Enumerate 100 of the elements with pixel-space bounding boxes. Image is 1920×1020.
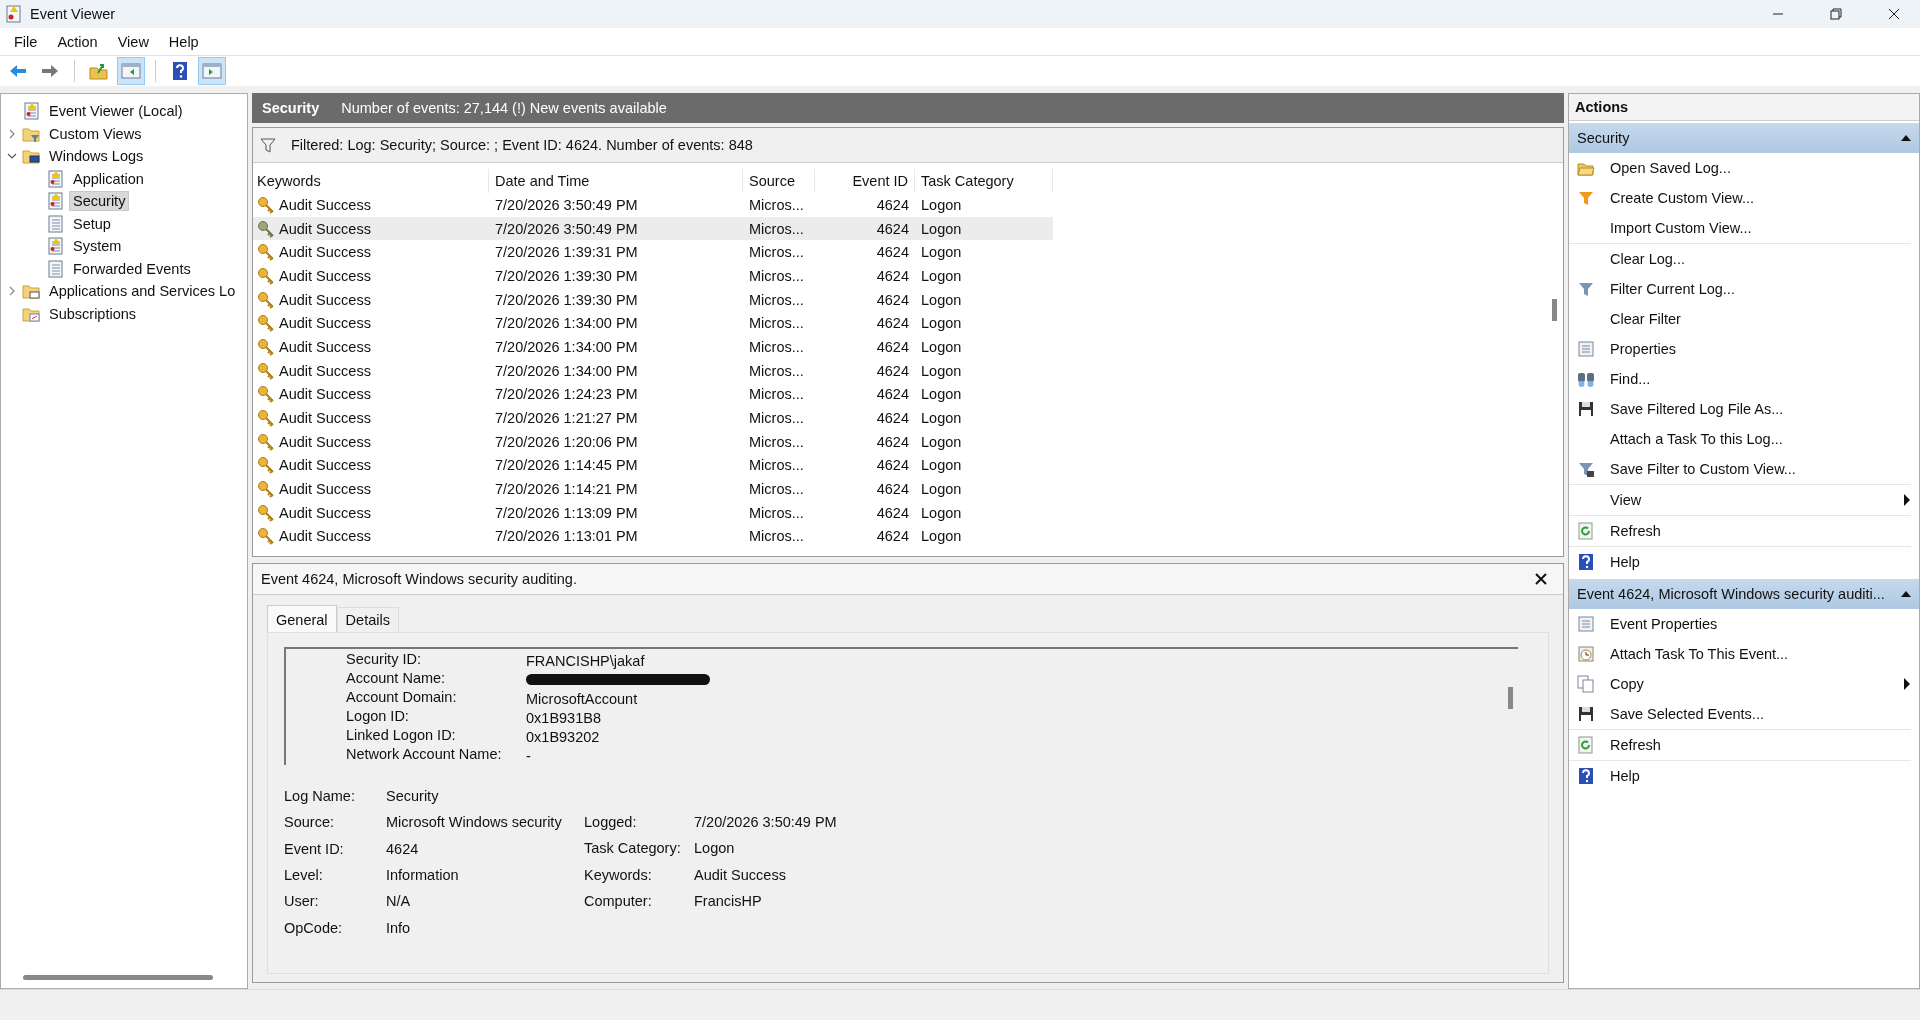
menu-item[interactable]: File [6, 31, 46, 52]
table-cell-text: Logon [920, 457, 963, 474]
tree-item[interactable]: Subscriptions [45, 303, 141, 324]
tree-item[interactable]: Windows Logs [45, 146, 148, 167]
table-row[interactable]: Audit Success 7/20/2026 1:34:00 PM Micros... 4624 Logon [253, 311, 1053, 336]
tree-item[interactable]: Forwarded Events [69, 258, 195, 279]
help-icon [1577, 553, 1595, 571]
table-cell-text: 7/20/2026 1:14:21 PM [494, 481, 639, 498]
tab[interactable]: General [267, 605, 337, 632]
command-row[interactable]: Find... [1569, 364, 1911, 394]
tab[interactable]: Details [336, 607, 399, 632]
table-cell-text: 7/20/2026 3:50:49 PM [494, 196, 639, 213]
menu-item[interactable]: Action [49, 31, 106, 52]
table-cell-text: Logon [920, 220, 963, 237]
table-row[interactable]: Audit Success 7/20/2026 1:21:27 PM Micros... 4624 Logon [253, 406, 1053, 430]
collapse-arrow-icon[interactable] [1901, 133, 1911, 143]
command-row[interactable]: Import Custom View... [1569, 213, 1911, 244]
table-row[interactable]: Audit Success 7/20/2026 1:34:00 PM Micros... 4624 Logon [253, 335, 1053, 359]
tree-item[interactable]: System [69, 236, 126, 257]
table-cell-text: 4624 [875, 362, 910, 379]
table-cell-text: Logon [920, 338, 963, 355]
table-row[interactable]: Audit Success 7/20/2026 1:34:00 PM Micros... 4624 Logon [253, 358, 1053, 383]
column-header[interactable]: Event ID [815, 169, 915, 193]
table-cell-text: 7/20/2026 1:21:27 PM [494, 410, 639, 427]
command-row[interactable]: Refresh [1569, 730, 1911, 761]
collapse-arrow-icon[interactable] [1901, 589, 1911, 599]
expand-chevron-icon[interactable] [7, 128, 17, 139]
table-cell-text: 4624 [875, 457, 910, 474]
table-row[interactable]: Audit Success 7/20/2026 1:39:31 PM Micros... 4624 Logon [253, 240, 1053, 265]
key-icon [257, 219, 275, 238]
command-row[interactable]: Properties [1569, 334, 1911, 364]
command-row[interactable]: Clear Log... [1569, 244, 1911, 274]
log-icon [46, 169, 64, 188]
clock-icon [1577, 645, 1595, 663]
table-row[interactable]: Audit Success 7/20/2026 1:20:06 PM Micros... 4624 Logon [253, 429, 1053, 454]
scrollbar-thumb[interactable] [23, 974, 213, 980]
command-row[interactable]: Save Filter to Custom View... [1569, 454, 1911, 485]
table-cell-text: Micros... [748, 504, 805, 521]
pane-icon [202, 61, 222, 81]
command-row[interactable]: Create Custom View... [1569, 183, 1911, 213]
command-row[interactable]: Clear Filter [1569, 304, 1911, 334]
table-cell-text: 7/20/2026 1:39:30 PM [494, 291, 639, 308]
command-row[interactable]: Save Filtered Log File As... [1569, 394, 1911, 424]
close-icon[interactable] [1888, 8, 1900, 20]
tree-item[interactable]: Security [69, 191, 130, 212]
table-row[interactable]: Audit Success 7/20/2026 1:13:09 PM Micros... 4624 Logon [253, 500, 1053, 525]
field-label: Source: [284, 814, 335, 831]
table-cell-text: 4624 [875, 315, 910, 332]
key-icon [257, 314, 275, 333]
table-row[interactable]: Audit Success 7/20/2026 3:50:49 PM Micros... 4624 Logon [253, 216, 1053, 241]
table-cell-text: Micros... [748, 481, 805, 498]
field-value: Microsoft Windows security [386, 814, 563, 831]
table-row[interactable]: Audit Success 7/20/2026 1:14:45 PM Micros... 4624 Logon [253, 453, 1053, 478]
table-row[interactable]: Audit Success 7/20/2026 1:24:23 PM Micros... 4624 Logon [253, 382, 1053, 407]
column-header[interactable]: Task Category [915, 169, 1053, 193]
command-row[interactable]: Help [1569, 761, 1911, 791]
close-icon[interactable] [1535, 573, 1547, 585]
command-row[interactable]: Event Properties [1569, 609, 1911, 639]
tree-item[interactable]: Applications and Services Lo [45, 281, 240, 302]
tree-item[interactable]: Setup [69, 213, 115, 234]
command-row[interactable]: Open Saved Log... [1569, 153, 1911, 183]
section-header[interactable]: Security [1569, 123, 1919, 153]
command-row[interactable]: Filter Current Log... [1569, 274, 1911, 304]
table-cell: Audit Success [279, 362, 371, 379]
table-row[interactable]: Audit Success 7/20/2026 1:39:30 PM Micros... 4624 Logon [253, 264, 1053, 288]
table-cell-text: Micros... [748, 433, 805, 450]
command-row[interactable]: Copy [1569, 669, 1911, 699]
scrollbar-thumb[interactable] [1508, 687, 1513, 709]
menu-item[interactable]: Help [160, 31, 207, 52]
tree-item[interactable]: Application [69, 168, 148, 189]
table-row[interactable]: Audit Success 7/20/2026 1:13:01 PM Micros... 4624 Logon [253, 524, 1053, 549]
binoculars-icon [1577, 370, 1595, 388]
table-row[interactable]: Audit Success 7/20/2026 3:50:49 PM Micros... 4624 Logon [253, 193, 1053, 217]
restore-icon[interactable] [1830, 8, 1842, 20]
command-row[interactable]: Attach Task To This Event... [1569, 639, 1911, 669]
log-icon [46, 237, 64, 256]
command-row[interactable]: Save Selected Events... [1569, 699, 1911, 730]
expand-chevron-icon[interactable] [7, 286, 17, 297]
command-row[interactable]: Refresh [1569, 516, 1911, 547]
funnel-icon [1577, 280, 1595, 298]
tree-item[interactable]: Event Viewer (Local) [45, 101, 187, 122]
scrollbar-thumb[interactable] [1552, 299, 1557, 321]
column-header[interactable]: Date and Time [489, 169, 743, 193]
command-row[interactable]: Help [1569, 547, 1911, 577]
column-header[interactable]: Source [743, 169, 815, 193]
table-row[interactable]: Audit Success 7/20/2026 1:39:30 PM Micros... 4624 Logon [253, 287, 1053, 312]
log-icon [46, 214, 64, 233]
pane-icon [121, 61, 141, 81]
menu-item[interactable]: View [109, 31, 157, 52]
table-cell-text: Micros... [748, 457, 805, 474]
section-header[interactable]: Event 4624, Microsoft Windows security auditi... [1569, 579, 1919, 609]
table-cell: Audit Success [279, 528, 371, 545]
command-row[interactable]: Attach a Task To this Log... [1569, 424, 1911, 454]
field-label: User: [284, 893, 320, 910]
column-header[interactable]: Keywords [253, 169, 489, 193]
table-cell-text: Logon [920, 528, 963, 545]
table-row[interactable]: Audit Success 7/20/2026 1:14:21 PM Micros... 4624 Logon [253, 477, 1053, 501]
command-label: Refresh [1610, 737, 1661, 753]
command-row[interactable]: View [1569, 485, 1911, 516]
tree-item[interactable]: Custom Views [45, 123, 146, 144]
